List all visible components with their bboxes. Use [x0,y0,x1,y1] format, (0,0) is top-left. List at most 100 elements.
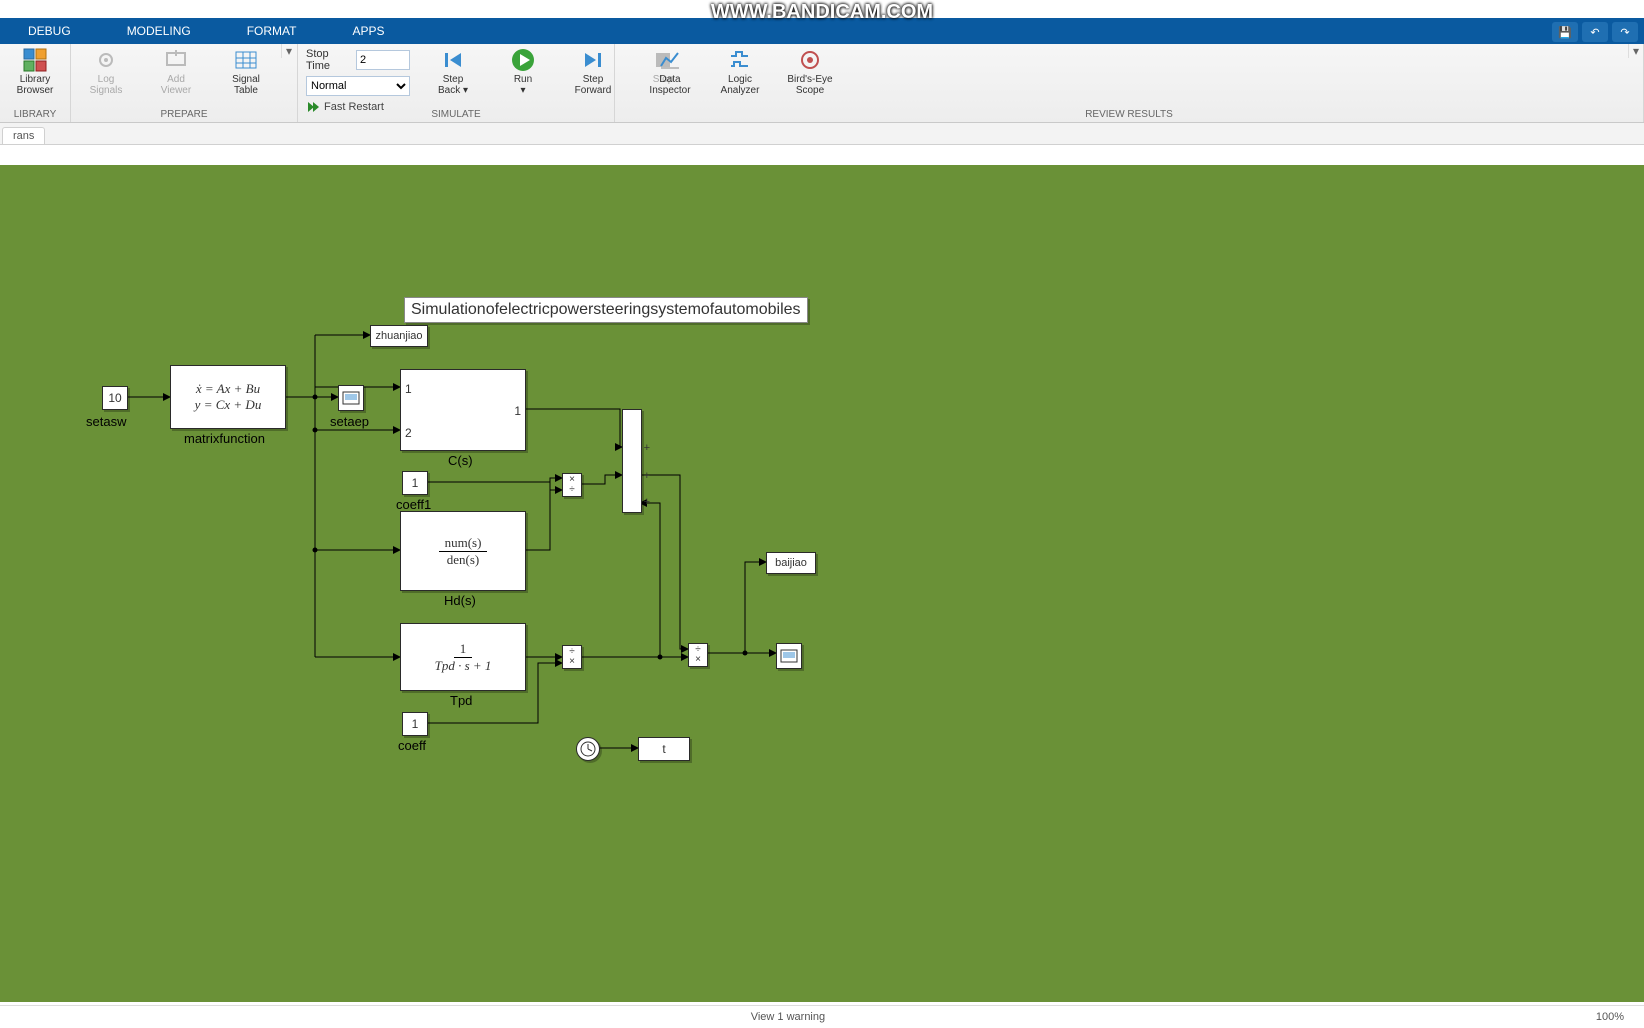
library-browser-button[interactable]: Library Browser [0,44,70,110]
hds-num: num(s) [439,535,488,552]
window-quickaccess: 💾 ↶ ↷ [1552,22,1638,42]
signal-wires [0,165,1644,1002]
tpd-den: Tpd · s + 1 [435,658,492,674]
block-coeff1-value: 1 [412,476,419,490]
bandicam-watermark: WWW.BANDICAM.COM [0,0,1644,24]
block-clock[interactable] [576,737,600,761]
undo-icon[interactable]: ↶ [1582,22,1608,42]
log-signals-icon [94,48,118,72]
stop-time-input[interactable] [356,50,410,70]
data-inspector-button[interactable]: Data Inspector [635,44,705,110]
block-sum[interactable]: + + + [622,409,642,513]
library-browser-icon [23,48,47,72]
block-coeff1-label: coeff1 [396,497,431,512]
log-signals-label: Log Signals [90,74,123,96]
block-zhuanjiao[interactable]: zhuanjiao [370,325,428,347]
add-viewer-label: Add Viewer [161,74,191,96]
sum-p2: + [644,470,650,482]
ribbon-group-review: Data Inspector Logic Analyzer Bird's-Eye… [615,44,1644,122]
birds-eye-label: Bird's-Eye Scope [787,74,832,96]
ribbon-group-prepare: Log Signals Add Viewer Signal Table ▾ PR… [71,44,298,122]
block-scope-setaep[interactable] [338,385,364,411]
ribbon-group-prepare-label: PREPARE [71,109,297,122]
signal-table-button[interactable]: Signal Table [211,44,281,110]
block-product2[interactable]: ÷ × [562,645,582,669]
block-baijiao[interactable]: baijiao [766,552,816,574]
birds-eye-button[interactable]: Bird's-Eye Scope [775,44,845,110]
cs-in1: 1 [405,382,412,396]
signal-table-icon [234,48,258,72]
document-tab[interactable]: rans [2,127,45,144]
diagram: Simulationofelectricpowersteeringsystemo… [0,165,1644,1002]
product3-bot: × [695,655,701,665]
sum-p1: + [644,442,650,454]
signal-table-label: Signal Table [232,74,260,96]
matrix-eq1: ẋ = Ax + Bu [196,381,260,397]
block-setasw[interactable]: 10 [102,386,128,410]
block-cs-label: C(s) [448,453,473,468]
watermark-text: WWW.BANDICAM.COM [711,1,933,24]
block-scope-setaep-label: setaep [330,414,369,429]
scope-icon [780,649,798,663]
block-hds-label: Hd(s) [444,593,476,608]
block-tpd[interactable]: 1 Tpd · s + 1 [400,623,526,691]
block-coeff-value: 1 [412,717,419,731]
cs-out: 1 [514,404,521,418]
block-setasw-value: 10 [108,391,121,405]
logic-analyzer-icon [728,48,752,72]
diagram-title-annotation[interactable]: Simulationofelectricpowersteeringsystemo… [404,297,808,323]
app-root: WWW.BANDICAM.COM 💾 ↶ ↷ DEBUG MODELING FO… [0,0,1644,1028]
run-icon [511,48,535,72]
ribbon-group-review-label: REVIEW RESULTS [615,109,1643,122]
ribbon: Library Browser LIBRARY Log Signals Add … [0,44,1644,123]
ribbon-group-library-label: LIBRARY [0,109,70,122]
sim-mode-select[interactable]: Normal [306,76,410,96]
ribbon-group-simulate-label: SIMULATE [298,109,614,122]
block-setasw-label: setasw [86,414,126,429]
hds-den: den(s) [447,552,480,568]
redo-icon[interactable]: ↷ [1612,22,1638,42]
block-cs[interactable]: 1 2 1 [400,369,526,451]
block-zhuanjiao-text: zhuanjiao [375,330,422,342]
clock-icon [580,741,596,757]
step-back-label: Step Back ▾ [438,74,468,96]
step-forward-icon [581,48,605,72]
block-product3[interactable]: ÷ × [688,643,708,667]
matrix-eq2: y = Cx + Du [195,397,262,413]
save-icon[interactable]: 💾 [1552,22,1578,42]
add-viewer-button: Add Viewer [141,44,211,110]
block-hds[interactable]: num(s) den(s) [400,511,526,591]
block-coeff1[interactable]: 1 [402,471,428,495]
canvas-wrap: Simulationofelectricpowersteeringsystemo… [0,145,1644,1002]
cs-in2: 2 [405,426,412,440]
run-label: Run▾ [514,74,532,96]
block-coeff-label: coeff [398,738,426,753]
block-scope-output[interactable] [776,643,802,669]
product2-bot: × [569,657,575,667]
review-dropdown-icon[interactable]: ▾ [1628,44,1643,58]
add-viewer-icon [164,48,188,72]
block-baijiao-text: baijiao [775,557,807,569]
log-signals-button: Log Signals [71,44,141,110]
ribbon-group-library: Library Browser LIBRARY [0,44,71,122]
birds-eye-icon [798,48,822,72]
block-matrixfunction-label: matrixfunction [184,431,265,446]
block-matrixfunction[interactable]: ẋ = Ax + Bu y = Cx + Du [170,365,286,429]
status-warning[interactable]: View 1 warning [0,1011,1576,1023]
sim-params: Stop Time Normal Fast Restart [298,44,418,114]
logic-analyzer-label: Logic Analyzer [721,74,760,96]
block-product1[interactable]: × ÷ [562,473,582,497]
model-canvas[interactable]: Simulationofelectricpowersteeringsystemo… [0,165,1644,1002]
prepare-dropdown-icon[interactable]: ▾ [281,44,296,58]
library-browser-label: Library Browser [17,74,54,96]
status-zoom[interactable]: 100% [1576,1011,1644,1023]
document-tabbar: rans [0,122,1644,145]
run-button[interactable]: Run▾ [488,44,558,110]
scope-icon [342,391,360,405]
stop-time-label: Stop Time [306,48,350,72]
block-tpd-label: Tpd [450,693,472,708]
block-t-display[interactable]: t [638,737,690,761]
step-back-button[interactable]: Step Back ▾ [418,44,488,110]
logic-analyzer-button[interactable]: Logic Analyzer [705,44,775,110]
block-coeff[interactable]: 1 [402,712,428,736]
